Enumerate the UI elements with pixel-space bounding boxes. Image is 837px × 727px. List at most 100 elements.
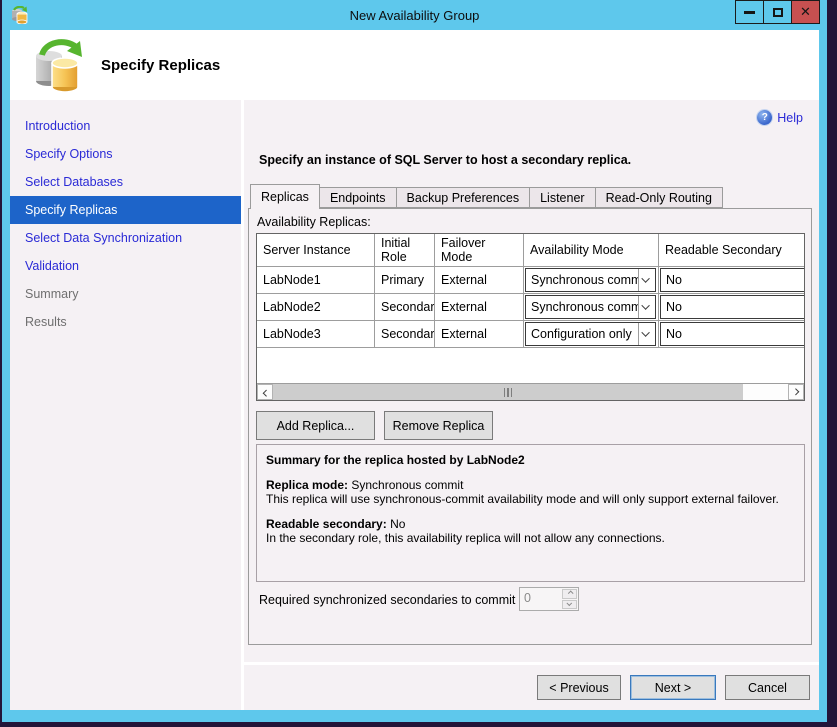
sidebar-item-specify-replicas[interactable]: Specify Replicas: [10, 196, 241, 224]
add-replica-button[interactable]: Add Replica...: [256, 411, 375, 440]
tab-listener[interactable]: Listener: [529, 187, 595, 208]
maximize-button[interactable]: [763, 0, 792, 24]
readable-secondary-label: Readable secondary:: [266, 517, 387, 531]
scroll-right-button[interactable]: [788, 384, 804, 400]
tab-backup-preferences[interactable]: Backup Preferences: [396, 187, 531, 208]
dropdown-value: No: [661, 300, 805, 314]
availability-mode-dropdown[interactable]: Synchronous commit: [525, 268, 656, 292]
readable-secondary-dropdown[interactable]: No: [660, 295, 805, 319]
help-label: Help: [777, 111, 803, 125]
availability-replicas-label: Availability Replicas:: [257, 215, 371, 229]
cell-server-instance: LabNode1: [257, 267, 375, 293]
column-header-failover-mode: Failover Mode: [435, 234, 524, 266]
next-button[interactable]: Next >: [630, 675, 716, 700]
remove-replica-button[interactable]: Remove Replica: [384, 411, 493, 440]
cell-availability-mode: Configuration only: [524, 321, 659, 347]
grip-icon: [511, 388, 513, 397]
table-row[interactable]: LabNode2 Secondary External Synchronous …: [257, 294, 804, 321]
tab-read-only-routing[interactable]: Read-Only Routing: [595, 187, 723, 208]
close-button[interactable]: ✕: [791, 0, 820, 24]
readable-secondary-dropdown[interactable]: No: [660, 268, 805, 292]
cell-failover-mode: External: [435, 321, 524, 347]
cell-initial-role: Secondary: [375, 294, 435, 320]
summary-title: Summary for the replica hosted by LabNod…: [266, 453, 795, 467]
table-row[interactable]: LabNode1 Primary External Synchronous co…: [257, 267, 804, 294]
cell-availability-mode: Synchronous commit: [524, 294, 659, 320]
readable-secondary-value: No: [390, 517, 405, 531]
main-content: ? Help Specify an instance of SQL Server…: [244, 100, 819, 710]
previous-button[interactable]: < Previous: [537, 675, 621, 700]
tab-replicas[interactable]: Replicas: [250, 184, 320, 209]
availability-replicas-grid: Server Instance Initial Role Failover Mo…: [256, 233, 805, 401]
column-header-initial-role: Initial Role: [375, 234, 435, 266]
dialog-window: New Availability Group ✕: [2, 0, 827, 722]
cancel-button[interactable]: Cancel: [725, 675, 810, 700]
replica-mode-value: Synchronous commit: [351, 478, 463, 492]
help-icon: ?: [757, 110, 772, 125]
replica-mode-label: Replica mode:: [266, 478, 348, 492]
dropdown-value: No: [661, 273, 805, 287]
help-link[interactable]: ? Help: [757, 110, 803, 125]
chevron-up-icon: [567, 590, 573, 596]
dropdown-value: Configuration only: [526, 327, 638, 341]
availability-mode-dropdown[interactable]: Synchronous commit: [525, 295, 656, 319]
scrollbar-track[interactable]: [743, 384, 788, 400]
cell-initial-role: Primary: [375, 267, 435, 293]
table-row[interactable]: LabNode3 Secondary External Configuratio…: [257, 321, 804, 348]
sidebar-item-introduction[interactable]: Introduction: [10, 112, 241, 140]
column-header-server-instance: Server Instance: [257, 234, 375, 266]
spinner-down-button: [562, 600, 577, 610]
readable-secondary-dropdown[interactable]: No: [660, 322, 805, 346]
window-body: Specify Replicas Introduction Specify Op…: [10, 30, 819, 710]
sidebar-item-validation[interactable]: Validation: [10, 252, 241, 280]
grip-icon: [504, 388, 506, 397]
replica-mode-line: Replica mode: Synchronous commit: [266, 478, 795, 492]
cell-readable-secondary: No: [659, 321, 805, 347]
close-icon: ✕: [800, 6, 811, 19]
window-title: New Availability Group: [2, 8, 827, 23]
required-secondaries-spinner: 0: [519, 587, 579, 611]
chevron-down-icon[interactable]: [638, 269, 655, 291]
cell-failover-mode: External: [435, 294, 524, 320]
cell-server-instance: LabNode3: [257, 321, 375, 347]
replicas-tab-panel: Availability Replicas: Server Instance I…: [248, 208, 812, 645]
sidebar-item-results: Results: [10, 308, 241, 336]
titlebar: New Availability Group ✕: [2, 0, 827, 30]
replica-summary-box: Summary for the replica hosted by LabNod…: [256, 444, 805, 582]
cell-initial-role: Secondary: [375, 321, 435, 347]
tab-endpoints[interactable]: Endpoints: [319, 187, 397, 208]
dropdown-value: Synchronous commit: [526, 273, 638, 287]
instruction-text: Specify an instance of SQL Server to hos…: [259, 153, 631, 167]
database-sync-icon: [32, 37, 84, 93]
minimize-button[interactable]: [735, 0, 764, 24]
grid-empty-area: [257, 348, 804, 383]
chevron-down-icon: [566, 601, 572, 607]
dropdown-value: No: [661, 327, 805, 341]
replica-mode-description: This replica will use synchronous-commit…: [266, 492, 795, 506]
wizard-steps-sidebar: Introduction Specify Options Select Data…: [10, 100, 241, 710]
dropdown-value: Synchronous commit: [526, 300, 638, 314]
maximize-icon: [773, 8, 783, 17]
page-title: Specify Replicas: [101, 57, 220, 74]
scroll-left-button[interactable]: [257, 384, 273, 400]
chevron-left-icon: [262, 389, 269, 396]
column-header-availability-mode: Availability Mode: [524, 234, 659, 266]
minimize-icon: [744, 11, 755, 14]
grid-header-row: Server Instance Initial Role Failover Mo…: [257, 234, 804, 267]
sidebar-item-select-databases[interactable]: Select Databases: [10, 168, 241, 196]
sidebar-item-specify-options[interactable]: Specify Options: [10, 140, 241, 168]
tab-strip: Replicas Endpoints Backup Preferences Li…: [250, 184, 722, 208]
chevron-down-icon[interactable]: [638, 323, 655, 345]
sidebar-item-summary: Summary: [10, 280, 241, 308]
grip-icon: [507, 388, 509, 397]
availability-mode-dropdown[interactable]: Configuration only: [525, 322, 656, 346]
column-header-readable-secondary: Readable Secondary: [659, 234, 805, 266]
scrollbar-thumb[interactable]: [273, 384, 743, 400]
cell-readable-secondary: No: [659, 294, 805, 320]
sidebar-item-select-data-synchronization[interactable]: Select Data Synchronization: [10, 224, 241, 252]
spinner-value: 0: [520, 588, 561, 610]
readable-secondary-line: Readable secondary: No: [266, 517, 795, 531]
horizontal-scrollbar[interactable]: [257, 383, 804, 400]
chevron-down-icon[interactable]: [638, 296, 655, 318]
cell-readable-secondary: No: [659, 267, 805, 293]
